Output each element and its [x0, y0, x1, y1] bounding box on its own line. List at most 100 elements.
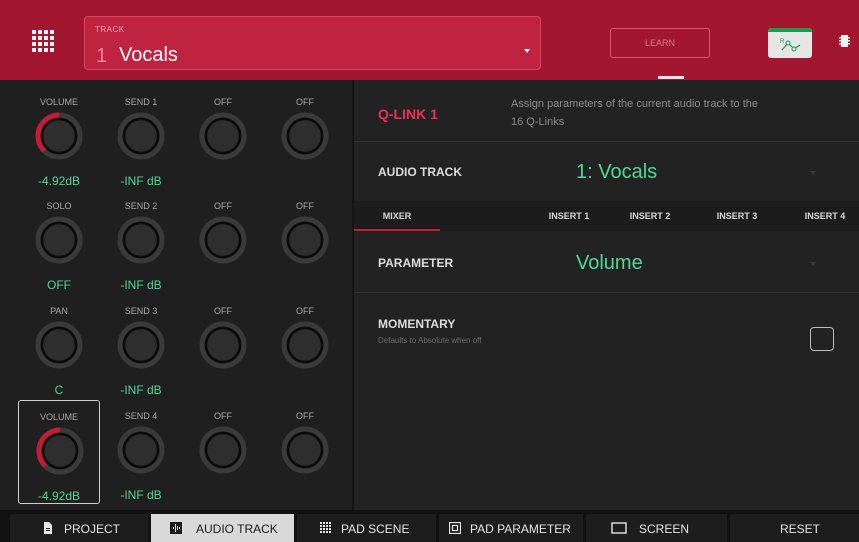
- qlink-knob-cell[interactable]: SEND 1 -INF dB: [100, 86, 182, 190]
- nav-screen[interactable]: SCREEN: [586, 514, 727, 542]
- qlink-knob-cell[interactable]: SEND 4 -INF dB: [100, 400, 182, 504]
- knob-dial[interactable]: [281, 112, 329, 160]
- knob-dial[interactable]: [199, 321, 247, 369]
- progress-indicator: [658, 76, 684, 79]
- qlink-knob-cell[interactable]: SEND 2 -INF dB: [100, 190, 182, 294]
- knob-value: -INF dB: [120, 488, 162, 502]
- knob-dial[interactable]: [199, 426, 247, 474]
- audio-track-select[interactable]: 1: Vocals: [576, 161, 657, 184]
- knob-title: OFF: [214, 97, 232, 107]
- parameter-select[interactable]: Volume: [576, 252, 643, 275]
- audio-track-label: AUDIO TRACK: [378, 165, 462, 179]
- knob-dial[interactable]: [36, 427, 84, 475]
- chip-icon[interactable]: [839, 34, 850, 48]
- knob-dial[interactable]: [281, 216, 329, 264]
- knob-title: SEND 2: [124, 201, 158, 211]
- nav-label: PROJECT: [64, 522, 121, 536]
- nav-label: RESET: [780, 522, 821, 536]
- momentary-label: MOMENTARY: [378, 317, 456, 331]
- knob-title: SOLO: [46, 201, 72, 211]
- qlink-knob-grid: VOLUME -4.92dB SEND 1 -INF dB OFF OFF SOLO OFF S…: [0, 80, 352, 510]
- knob-title: OFF: [214, 306, 232, 316]
- bottom-nav: PROJECT AUDIO TRACK PAD SCENE PAD PARAME…: [0, 510, 859, 542]
- knob-dial[interactable]: [117, 321, 165, 369]
- qlink-knob-cell[interactable]: OFF: [182, 86, 264, 190]
- momentary-hint: Defaults to Absolute when off: [378, 336, 482, 345]
- track-number: 1: [96, 45, 108, 67]
- pad-icon: [449, 522, 461, 534]
- qlink-knob-cell[interactable]: OFF: [264, 400, 346, 504]
- knob-value: C: [54, 383, 64, 397]
- grid-menu-icon[interactable]: [24, 22, 64, 62]
- document-icon: [44, 522, 52, 534]
- knob-title: PAN: [50, 306, 68, 316]
- qlink-knob-cell[interactable]: PAN C: [18, 295, 100, 399]
- knob-dial[interactable]: [199, 216, 247, 264]
- reset-button[interactable]: RESET: [730, 514, 859, 542]
- nav-pad-parameter[interactable]: PAD PARAMETER: [439, 514, 583, 542]
- knob-title: OFF: [296, 97, 314, 107]
- qlink-knob-cell[interactable]: VOLUME -4.92dB: [18, 400, 100, 504]
- tab-mixer[interactable]: MIXER: [354, 201, 440, 231]
- knob-title: OFF: [296, 306, 314, 316]
- nav-label: PAD SCENE: [341, 522, 410, 536]
- chevron-down-icon[interactable]: [810, 171, 816, 175]
- knob-value: OFF: [47, 278, 71, 292]
- tab-insert-4[interactable]: INSERT 4: [791, 201, 859, 231]
- tab-insert-1[interactable]: INSERT 1: [534, 201, 604, 231]
- knob-title: OFF: [214, 411, 232, 421]
- knob-dial[interactable]: [199, 112, 247, 160]
- waveform-icon: [170, 522, 182, 534]
- nav-audio-track[interactable]: AUDIO TRACK: [151, 514, 294, 542]
- qlink-knob-cell[interactable]: OFF: [264, 190, 346, 294]
- qlink-knob-cell[interactable]: SEND 3 -INF dB: [100, 295, 182, 399]
- nav-pad-scene[interactable]: PAD SCENE: [297, 514, 436, 542]
- nav-label: PAD PARAMETER: [470, 522, 571, 536]
- knob-title: SEND 3: [124, 306, 158, 316]
- knob-dial[interactable]: [281, 426, 329, 474]
- knob-dial[interactable]: [35, 112, 83, 160]
- knob-dial[interactable]: [281, 321, 329, 369]
- tab-insert-3[interactable]: INSERT 3: [702, 201, 772, 231]
- nav-label: AUDIO TRACK: [196, 522, 278, 536]
- knob-title: SEND 1: [124, 97, 158, 107]
- knob-dial[interactable]: [35, 321, 83, 369]
- learn-button[interactable]: LEARN: [610, 28, 710, 58]
- knob-title: OFF: [296, 411, 314, 421]
- link-active-bar: [768, 28, 812, 32]
- track-selector[interactable]: TRACK 1 Vocals: [84, 16, 541, 70]
- insert-tabs: MIXER INSERT 1 INSERT 2 INSERT 3 INSERT …: [354, 201, 859, 231]
- knob-dial[interactable]: [117, 426, 165, 474]
- track-name: Vocals: [119, 44, 178, 66]
- knob-dial[interactable]: [117, 112, 165, 160]
- automation-curve-icon: R: [780, 39, 801, 52]
- qlink-knob-cell[interactable]: SOLO OFF: [18, 190, 100, 294]
- qlink-knob-cell[interactable]: OFF: [182, 400, 264, 504]
- qlink-knob-cell[interactable]: OFF: [264, 295, 346, 399]
- qlink-settings-panel: Q-LINK 1 Assign parameters of the curren…: [354, 80, 859, 510]
- qlink-knob-cell[interactable]: OFF: [182, 190, 264, 294]
- parameter-label: PARAMETER: [378, 256, 454, 270]
- link-icon-letter: R: [780, 39, 785, 45]
- knob-dial[interactable]: [117, 216, 165, 264]
- knob-title: OFF: [296, 201, 314, 211]
- knob-value: -INF dB: [120, 174, 162, 188]
- nav-project[interactable]: PROJECT: [10, 514, 148, 542]
- qlink-title: Q-LINK 1: [378, 106, 438, 122]
- chevron-down-icon: [524, 49, 530, 53]
- chevron-down-icon[interactable]: [810, 262, 816, 266]
- momentary-checkbox[interactable]: [810, 327, 834, 351]
- qlink-knob-cell[interactable]: VOLUME -4.92dB: [18, 86, 100, 190]
- automation-link-button[interactable]: R: [768, 28, 812, 58]
- qlink-description: Assign parameters of the current audio t…: [511, 98, 759, 128]
- knob-dial[interactable]: [35, 216, 83, 264]
- tab-insert-2[interactable]: INSERT 2: [615, 201, 685, 231]
- qlink-knob-cell[interactable]: OFF: [264, 86, 346, 190]
- qlink-knob-cell[interactable]: OFF: [182, 295, 264, 399]
- pad-grid-icon: [320, 522, 331, 533]
- screen-icon: [611, 522, 627, 534]
- nav-label: SCREEN: [639, 522, 690, 536]
- track-caption: TRACK: [95, 25, 125, 34]
- knob-value: -INF dB: [120, 383, 162, 397]
- divider: [354, 141, 859, 142]
